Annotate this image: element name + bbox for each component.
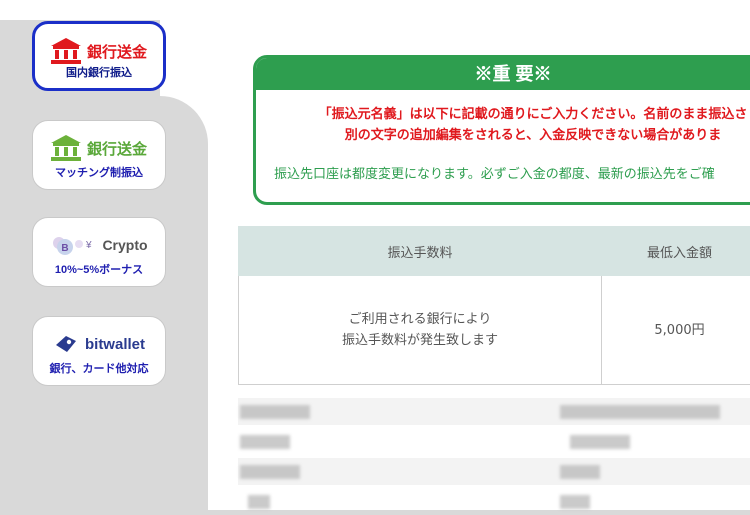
svg-text:B: B [62, 243, 69, 254]
method-card-crypto[interactable]: B ¥ Crypto 10%~5%ボーナス [32, 217, 166, 287]
card-subtitle: 国内銀行振込 [35, 64, 163, 80]
table-cell: 5,000円 [602, 276, 750, 385]
obscured-row [238, 428, 750, 455]
method-card-matching-bank[interactable]: 銀行送金 マッチング制振込 [32, 120, 166, 190]
notice-warning-line: 別の文字の追加編集をされると、入金反映できない場合がありま [296, 125, 750, 146]
svg-text:¥: ¥ [85, 240, 92, 251]
notice-warning: 「振込元名義」は以下に記載の通りにご入力ください。名前のまま振込さ 別の文字の追… [256, 104, 750, 146]
table-cell: ご利用される銀行により 振込手数料が発生致します [239, 276, 602, 385]
fee-table: 振込手数料 最低入金額 ご利用される銀行により 振込手数料が発生致します 5,0… [238, 226, 750, 385]
obscured-row [238, 398, 750, 425]
card-title: 銀行送金 [87, 138, 147, 159]
card-title: bitwallet [85, 336, 145, 353]
table-header: 最低入金額 [602, 227, 750, 276]
notice-warning-line: 「振込元名義」は以下に記載の通りにご入力ください。名前のまま振込さ [296, 104, 750, 125]
card-subtitle: 銀行、カード他対応 [33, 360, 165, 376]
bank-icon [51, 135, 81, 161]
table-header: 振込手数料 [239, 227, 602, 276]
top-bar [0, 0, 750, 20]
obscured-row [238, 458, 750, 485]
method-card-bitwallet[interactable]: bitwallet 銀行、カード他対応 [32, 316, 166, 386]
card-subtitle: マッチング制振込 [33, 164, 165, 180]
bitwallet-logo-icon [53, 333, 79, 355]
bank-icon [51, 38, 81, 64]
card-title: 銀行送金 [87, 41, 147, 62]
card-title: Crypto [102, 237, 147, 253]
obscured-row [238, 488, 750, 515]
card-subtitle: 10%~5%ボーナス [33, 261, 165, 277]
important-notice: ※重 要※ 「振込元名義」は以下に記載の通りにご入力ください。名前のまま振込さ … [253, 55, 750, 205]
crypto-coins-icon: B ¥ [50, 232, 96, 258]
notice-info: 振込先口座は都度変更になります。必ずご入金の都度、最新の振込先をご確 [256, 163, 750, 182]
notice-heading: ※重 要※ [256, 58, 750, 90]
method-card-domestic-bank[interactable]: 銀行送金 国内銀行振込 [32, 21, 166, 91]
